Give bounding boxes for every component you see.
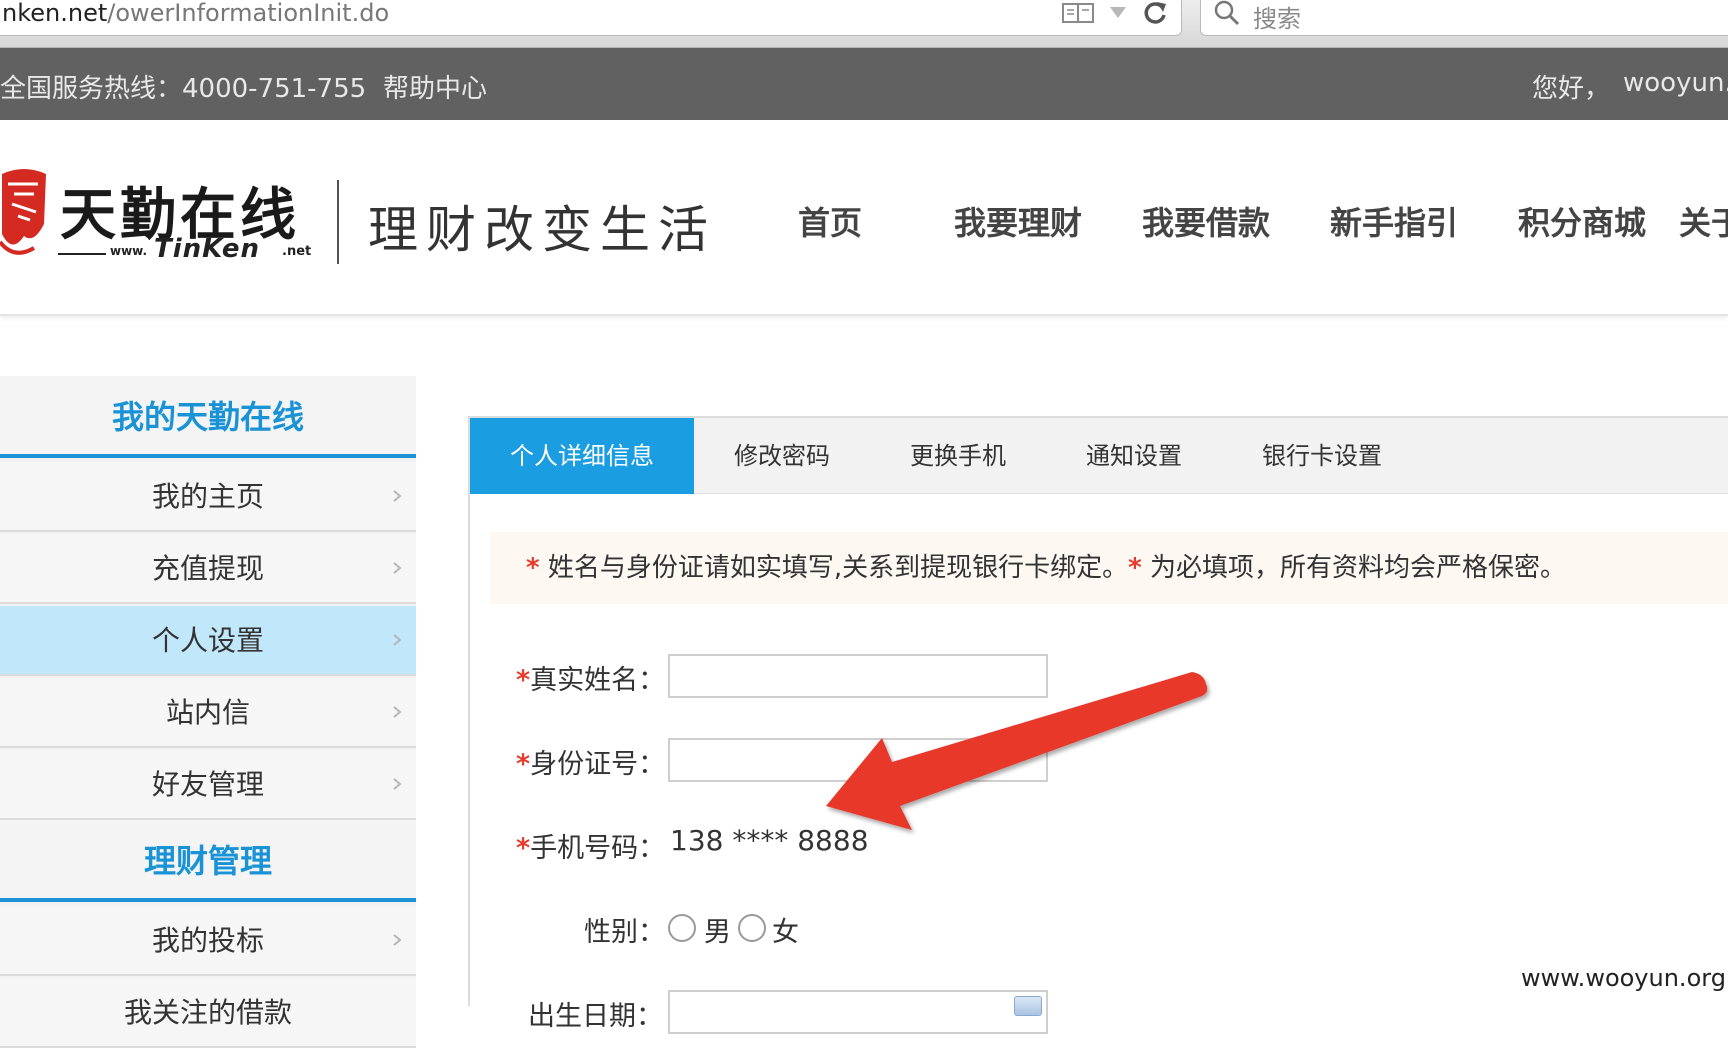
- browser-toolbar: nken.net/owerInformationInit.do 搜索: [0, 0, 1728, 48]
- tab-notification-settings[interactable]: 通知设置: [1046, 418, 1222, 494]
- nav-home[interactable]: 首页: [798, 198, 862, 244]
- logo-divider: [337, 180, 339, 264]
- site-header: 天勤在线 www. TinKen .net 理财改变生活 首页 我要理财 我要借…: [0, 120, 1728, 316]
- real-name-label: *真实姓名：: [516, 658, 665, 697]
- tab-change-password[interactable]: 修改密码: [694, 418, 870, 494]
- gender-female-radio[interactable]: [738, 914, 766, 942]
- sidebar-item-personal-settings[interactable]: 个人设置: [0, 606, 416, 676]
- sidebar-item-friends[interactable]: 好友管理: [0, 750, 416, 820]
- logo-url: www. TinKen .net: [58, 234, 312, 268]
- url-text: nken.net/owerInformationInit.do: [2, 0, 390, 27]
- logo-tld: .net: [282, 244, 312, 259]
- slogan: 理财改变生活: [368, 201, 716, 259]
- nav-guide[interactable]: 新手指引: [1330, 198, 1458, 244]
- nav-invest[interactable]: 我要理财: [954, 198, 1082, 244]
- settings-tabbar: 个人详细信息 修改密码 更换手机 通知设置 银行卡设置: [470, 418, 1728, 494]
- nav-about[interactable]: 关于: [1679, 198, 1728, 244]
- sidebar-item-label: 我关注的借款: [123, 996, 292, 1029]
- logo-seal-icon[interactable]: [0, 164, 54, 264]
- username-link[interactable]: wooyun.: [1623, 68, 1728, 98]
- required-star: *: [516, 833, 531, 864]
- tab-personal-info[interactable]: 个人详细信息: [470, 418, 694, 494]
- sidebar-item-recharge[interactable]: 充值提现: [0, 534, 416, 604]
- info-notice: * 姓名与身份证请如实填写,关系到提现银行卡绑定。* 为必填项，所有资料均会严格…: [490, 532, 1728, 604]
- required-star: *: [516, 665, 531, 696]
- search-icon: [1214, 0, 1240, 26]
- greeting-text: 您好，: [1532, 74, 1611, 104]
- chevron-right-icon: [393, 934, 402, 946]
- chevron-right-icon: [393, 562, 402, 574]
- service-hotline: 全国服务热线：4000-751-755: [0, 74, 367, 104]
- gender-male-radio[interactable]: [668, 914, 696, 942]
- notice-text: 姓名与身份证请如实填写,关系到提现银行卡绑定。: [539, 553, 1129, 583]
- id-number-label: *身份证号：: [516, 742, 665, 781]
- logo-brand: TinKen: [154, 234, 261, 264]
- sidebar-item-my-bids[interactable]: 我的投标: [0, 906, 416, 976]
- birthday-label: 出生日期：: [528, 1001, 663, 1032]
- phone-label: *手机号码：: [516, 826, 665, 865]
- sidebar-item-label: 站内信: [165, 696, 250, 729]
- sidebar-item-home[interactable]: 我的主页: [0, 462, 416, 532]
- reader-icon[interactable]: [1062, 2, 1094, 24]
- sidebar-item-label: 我的投标: [151, 924, 264, 957]
- help-center-link[interactable]: 帮助中心: [383, 68, 487, 105]
- url-field[interactable]: nken.net/owerInformationInit.do: [0, 0, 1182, 36]
- search-placeholder: 搜索: [1253, 5, 1301, 33]
- label-text: 手机号码：: [530, 833, 666, 864]
- logo-www: www.: [110, 244, 148, 258]
- gender-label: 性别：: [584, 917, 665, 948]
- chevron-right-icon: [393, 490, 402, 502]
- sidebar-item-label: 我的主页: [151, 480, 264, 513]
- nav-borrow[interactable]: 我要借款: [1142, 198, 1270, 244]
- label-text: 身份证号：: [530, 749, 666, 780]
- gender-female-label: 女: [772, 917, 799, 948]
- notice-text: 为必填项，所有资料均会严格保密。: [1141, 553, 1567, 583]
- required-star: *: [526, 553, 540, 583]
- required-star: *: [1128, 553, 1142, 583]
- sidebar-item-messages[interactable]: 站内信: [0, 678, 416, 748]
- service-topbar: 全国服务热线：4000-751-755 帮助中心 您好， wooyun.: [0, 48, 1728, 120]
- sidebar-heading-my-account: 我的天勤在线: [0, 376, 416, 458]
- annotation-arrow: [826, 672, 1208, 830]
- chevron-right-icon: [393, 634, 402, 646]
- logo-underline: [58, 253, 106, 255]
- calendar-icon[interactable]: [1014, 996, 1042, 1016]
- sidebar-item-watched-loans[interactable]: 我关注的借款: [0, 978, 416, 1048]
- chevron-right-icon: [393, 778, 402, 790]
- required-star: *: [516, 749, 531, 780]
- sidebar-heading-investment: 理财管理: [0, 820, 416, 902]
- sidebar: 我的天勤在线 我的主页 充值提现 个人设置 站内信 好友管理 理财管理 我的投标…: [0, 376, 416, 1048]
- reload-icon[interactable]: [1142, 0, 1168, 26]
- sidebar-item-label: 个人设置: [151, 624, 264, 657]
- gender-male-label: 男: [704, 917, 731, 948]
- search-field[interactable]: 搜索: [1200, 0, 1728, 36]
- watermark: www.wooyun.org: [1521, 964, 1726, 992]
- chevron-right-icon: [393, 706, 402, 718]
- label-text: 真实姓名：: [530, 665, 666, 696]
- birthday-input[interactable]: [668, 990, 1048, 1034]
- chevron-down-icon[interactable]: [1108, 4, 1128, 20]
- sidebar-item-label: 充值提现: [151, 552, 264, 585]
- sidebar-item-label: 好友管理: [151, 768, 264, 801]
- tab-bank-card-settings[interactable]: 银行卡设置: [1222, 418, 1422, 494]
- tab-change-phone[interactable]: 更换手机: [870, 418, 1046, 494]
- nav-points-mall[interactable]: 积分商城: [1518, 198, 1646, 244]
